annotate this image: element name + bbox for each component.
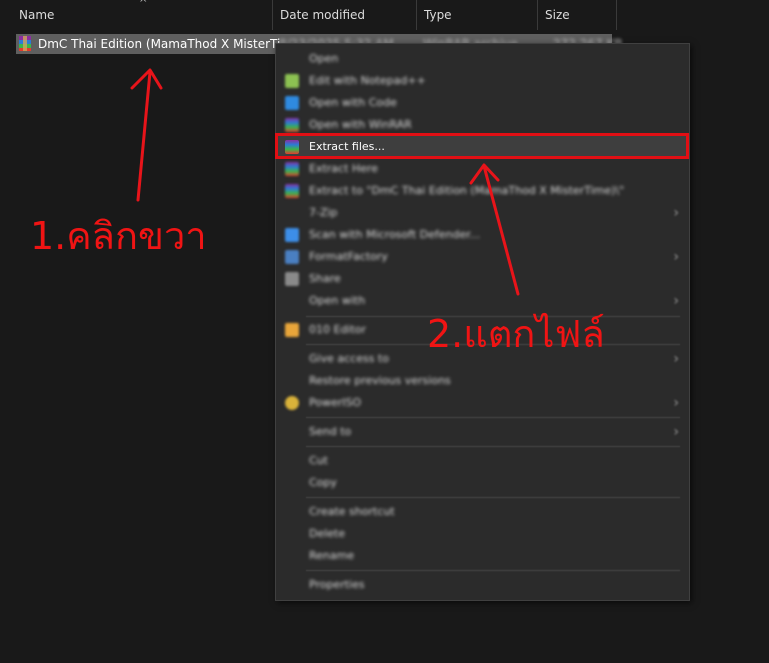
annotation-arrows xyxy=(130,68,520,296)
arrow-to-file-icon xyxy=(130,68,163,202)
explorer-window: ^ Name Date modified Type Size DmC Thai … xyxy=(0,0,769,663)
annotation-step-2: 2.แตกไฟล์ xyxy=(427,312,605,356)
arrow-to-extract-files-icon xyxy=(469,163,520,296)
annotation-step-1: 1.คลิกขวา xyxy=(30,214,207,258)
